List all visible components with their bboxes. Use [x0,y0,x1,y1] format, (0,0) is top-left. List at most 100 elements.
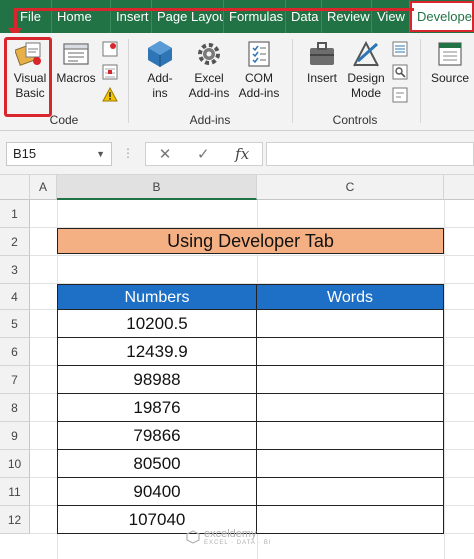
macros-label: Macros [56,71,96,85]
column-header-d[interactable] [444,175,474,200]
row-header[interactable]: 1 [0,200,30,228]
source-label: Source [430,71,470,85]
words-cell[interactable] [256,450,444,478]
design-mode-button[interactable]: Design Mode [344,39,388,101]
number-cell[interactable]: 98988 [57,366,257,394]
words-cell[interactable] [256,478,444,506]
record-macro-icon[interactable] [102,41,118,57]
controls-group-label: Controls [332,113,378,127]
ribbon-body: Visual Basic Macros Code Add- ins Excel … [0,33,474,131]
row-header[interactable]: 6 [0,338,30,366]
com-add-ins-icon [248,41,270,67]
row-header[interactable]: 2 [0,228,30,256]
row-header[interactable]: 10 [0,450,30,478]
insert-function-icon[interactable]: fx [235,145,249,163]
design-mode-icon [353,40,379,67]
insert-control-button[interactable]: Insert [302,39,342,86]
exceldemy-watermark: exceldemy EXCEL · DATA · BI [186,528,272,546]
group-separator [420,39,421,123]
group-separator [292,39,293,123]
header-words[interactable]: Words [256,284,444,310]
tab-formulas[interactable]: Formulas [224,0,286,33]
group-separator [128,39,129,123]
tab-data[interactable]: Data [286,0,322,33]
macros-button[interactable]: Macros [54,39,98,86]
excel-add-ins-label-2: Add-ins [188,86,230,100]
number-cell[interactable]: 90400 [57,478,257,506]
name-box[interactable]: B15 ▼ [6,142,112,166]
words-cell[interactable] [256,310,444,338]
tab-home[interactable]: Home [52,0,111,33]
words-cell[interactable] [256,366,444,394]
excel-window: File Home Insert Page Layou Formulas Dat… [0,0,474,559]
number-cell[interactable]: 80500 [57,450,257,478]
column-header-a[interactable]: A [30,175,57,200]
ribbon-tab-bar: File Home Insert Page Layou Formulas Dat… [0,0,474,33]
words-cell[interactable] [256,338,444,366]
words-cell[interactable] [256,394,444,422]
cancel-icon[interactable]: ✕ [159,145,172,163]
com-add-ins-label-1: COM [245,71,273,85]
chevron-down-icon[interactable]: ▼ [96,143,105,165]
run-dialog-icon[interactable] [392,87,408,103]
formula-input[interactable] [266,142,474,166]
add-ins-button[interactable]: Add- ins [140,39,180,101]
annotation-arrow-line [14,8,414,11]
select-all-corner[interactable] [0,175,30,200]
number-cell[interactable]: 79866 [57,422,257,450]
row-header[interactable]: 7 [0,366,30,394]
tab-insert[interactable]: Insert [111,0,152,33]
excel-add-ins-label-1: Excel [194,71,224,85]
gear-icon [198,43,220,65]
insert-control-label: Insert [306,71,337,85]
com-add-ins-label-2: Add-ins [238,86,280,100]
formula-buttons: ✕ ✓ fx [145,142,263,166]
header-numbers[interactable]: Numbers [57,284,257,310]
com-add-ins-button[interactable]: COM Add-ins [234,39,284,101]
worksheet-grid: A B C 1 2 3 4 5 6 7 8 9 10 11 12 Using Developer Ta… [0,175,474,559]
macros-icon [63,43,89,65]
watermark-brand: exceldemy [204,528,257,540]
tab-review[interactable]: Review [322,0,372,33]
name-box-value: B15 [13,146,37,161]
number-cell[interactable]: 12439.9 [57,338,257,366]
excel-add-ins-button[interactable]: Excel Add-ins [184,39,234,101]
enter-check-icon[interactable]: ✓ [197,145,210,163]
row-header[interactable]: 11 [0,478,30,506]
source-button[interactable]: Source [428,39,472,86]
row-header[interactable]: 4 [0,284,30,310]
add-ins-icon [148,41,172,67]
view-code-icon[interactable] [392,64,408,80]
macro-security-icon[interactable] [102,87,118,103]
row-header[interactable]: 9 [0,422,30,450]
properties-icon[interactable] [392,41,408,57]
add-ins-group-label: Add-ins [189,113,231,127]
number-cell[interactable]: 19876 [57,394,257,422]
add-ins-label-1: Add- [147,71,173,85]
exceldemy-logo-icon [186,530,200,544]
row-header[interactable]: 3 [0,256,30,284]
design-mode-label-2: Mode [350,86,382,100]
gridline [30,255,474,256]
design-mode-label-1: Design [347,71,385,85]
words-cell[interactable] [256,422,444,450]
tab-page-layout[interactable]: Page Layou [152,0,224,33]
column-header-c[interactable]: C [257,175,444,200]
tab-view[interactable]: View [372,0,410,33]
watermark-tagline: EXCEL · DATA · BI [204,540,272,546]
number-cell[interactable]: 10200.5 [57,310,257,338]
formula-bar: B15 ▼ ⋮ ✕ ✓ fx [0,131,474,175]
gridline [444,200,445,559]
words-cell[interactable] [256,506,444,534]
toolbox-icon [310,42,334,65]
more-options-icon[interactable]: ⋮ [122,146,134,160]
visual-basic-highlight [4,37,52,117]
title-cell[interactable]: Using Developer Tab [57,228,444,254]
column-header-b[interactable]: B [57,175,257,200]
source-icon [438,42,462,66]
row-header[interactable]: 5 [0,310,30,338]
row-header[interactable]: 8 [0,394,30,422]
row-header[interactable]: 12 [0,506,30,534]
tab-developer[interactable]: Developer [410,1,474,32]
relative-references-icon[interactable] [102,64,118,80]
